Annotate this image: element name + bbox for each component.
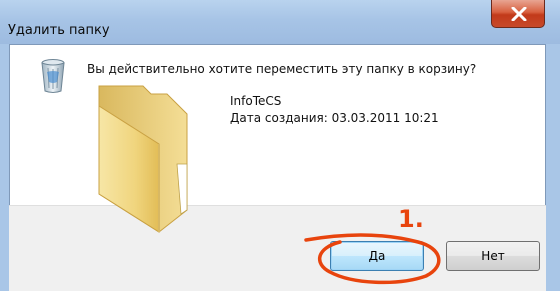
- folder-created-date: Дата создания: 03.03.2011 10:21: [230, 111, 439, 125]
- delete-folder-dialog: Удалить папку Вы действительно хотите пе…: [0, 0, 560, 291]
- window-frame-left: [0, 44, 9, 291]
- no-button[interactable]: Нет: [446, 241, 540, 271]
- window-frame-right: [546, 44, 560, 291]
- title-bar[interactable]: Удалить папку: [0, 0, 560, 44]
- folder-icon: [98, 85, 188, 233]
- confirmation-message: Вы действительно хотите переместить эту …: [87, 62, 477, 76]
- annotation-step-number: 1.: [398, 205, 424, 233]
- folder-name: InfoTeCS: [230, 94, 282, 108]
- no-button-label: Нет: [481, 249, 505, 263]
- yes-button-label: Да: [368, 249, 386, 263]
- recycle-bin-icon: [41, 59, 65, 93]
- yes-button[interactable]: Да: [330, 241, 424, 271]
- close-icon: [511, 7, 527, 21]
- close-button[interactable]: [491, 0, 545, 28]
- window-title: Удалить папку: [8, 23, 110, 38]
